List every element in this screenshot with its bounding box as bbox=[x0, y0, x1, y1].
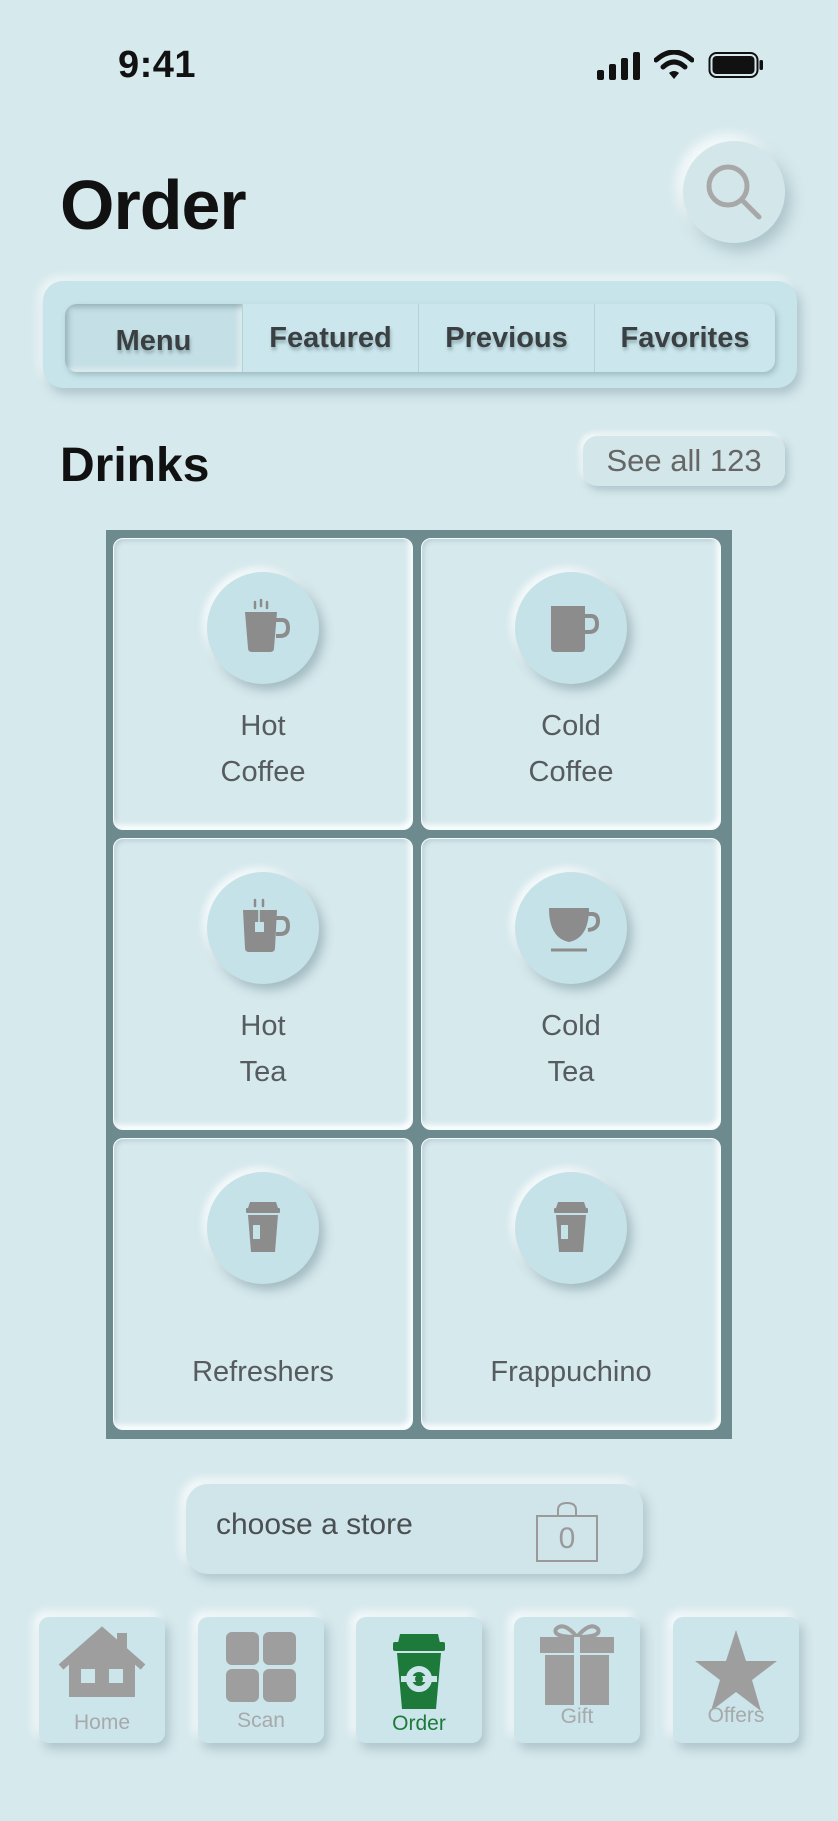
tab-bar: Menu Featured Previous Favorites bbox=[43, 281, 797, 388]
category-tile-cold-coffee[interactable]: Cold Coffee bbox=[421, 538, 721, 830]
cup-icon bbox=[207, 1172, 319, 1284]
category-tile-cold-tea[interactable]: Cold Tea bbox=[421, 838, 721, 1130]
cup-icon bbox=[515, 1172, 627, 1284]
nav-gift[interactable]: Gift bbox=[514, 1617, 640, 1743]
hot-coffee-icon bbox=[207, 572, 319, 684]
wifi-icon bbox=[654, 50, 694, 79]
category-label: Cold bbox=[541, 1010, 601, 1042]
category-label: Tea bbox=[547, 1056, 595, 1088]
nav-label: Order bbox=[392, 1712, 446, 1735]
tab-favorites[interactable]: Favorites bbox=[595, 304, 775, 372]
see-all-button[interactable]: See all 123 bbox=[583, 436, 785, 486]
choose-store-button[interactable]: choose a store 0 bbox=[186, 1484, 643, 1574]
category-label: Coffee bbox=[220, 756, 306, 788]
hot-tea-icon bbox=[207, 872, 319, 984]
battery-icon bbox=[708, 52, 763, 78]
tab-menu[interactable]: Menu bbox=[65, 304, 243, 372]
bag-count: 0 bbox=[558, 1522, 576, 1555]
nav-offers[interactable]: Offers bbox=[673, 1617, 799, 1743]
search-icon bbox=[706, 164, 762, 220]
nav-home[interactable]: Home bbox=[39, 1617, 165, 1743]
nav-scan[interactable]: Scan bbox=[198, 1617, 324, 1743]
category-label: Cold bbox=[541, 710, 601, 742]
category-label: Hot bbox=[240, 710, 286, 742]
page-title: Order bbox=[60, 166, 247, 244]
status-time: 9:41 bbox=[118, 44, 197, 86]
nav-label: Gift bbox=[560, 1705, 594, 1728]
category-tile-refreshers[interactable]: Refreshers bbox=[113, 1138, 413, 1430]
category-label: Coffee bbox=[528, 756, 614, 788]
category-label: Refreshers bbox=[192, 1356, 334, 1388]
category-grid: Hot Coffee Cold Coffee Hot Tea Cold Tea … bbox=[106, 530, 732, 1439]
nav-label: Scan bbox=[237, 1709, 285, 1732]
category-tile-hot-tea[interactable]: Hot Tea bbox=[113, 838, 413, 1130]
category-label: Hot bbox=[240, 1010, 286, 1042]
tab-previous[interactable]: Previous bbox=[419, 304, 595, 372]
status-icons bbox=[597, 50, 764, 80]
cold-tea-icon bbox=[515, 872, 627, 984]
tab-featured[interactable]: Featured bbox=[243, 304, 419, 372]
nav-order[interactable]: Order bbox=[356, 1617, 482, 1743]
category-label: Frappuchino bbox=[490, 1356, 652, 1388]
section-title: Drinks bbox=[60, 439, 210, 492]
category-label: Tea bbox=[239, 1056, 287, 1088]
cold-coffee-icon bbox=[515, 572, 627, 684]
search-button[interactable] bbox=[683, 141, 785, 243]
category-tile-frappuchino[interactable]: Frappuchino bbox=[421, 1138, 721, 1430]
category-tile-hot-coffee[interactable]: Hot Coffee bbox=[113, 538, 413, 830]
store-label: choose a store bbox=[216, 1508, 413, 1541]
signal-icon bbox=[597, 50, 640, 80]
nav-label: Home bbox=[73, 1711, 131, 1734]
nav-label: Offers bbox=[707, 1704, 765, 1727]
